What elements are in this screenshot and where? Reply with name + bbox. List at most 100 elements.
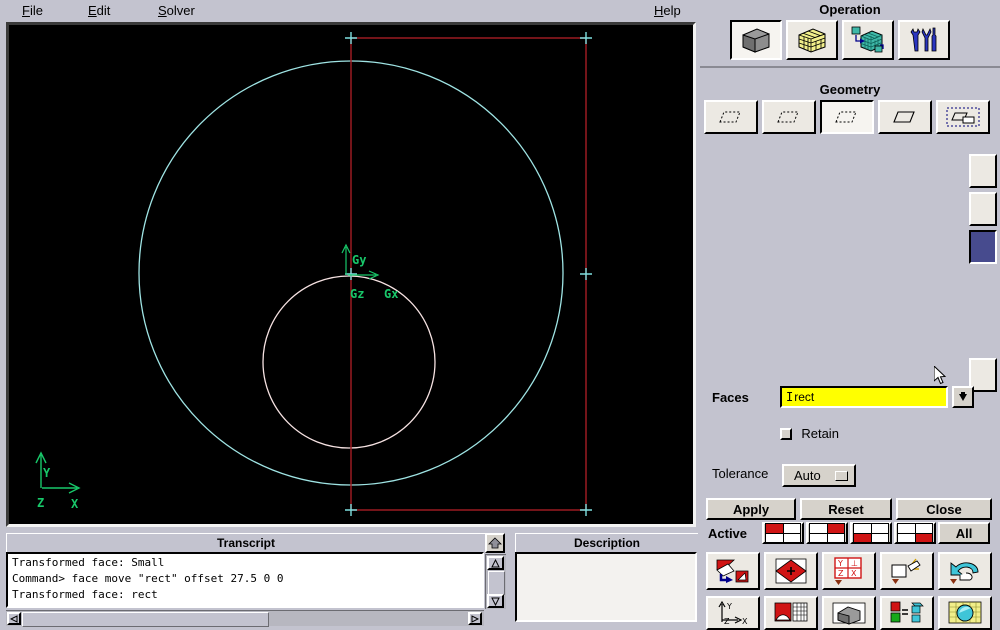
form-close-button[interactable]: Close bbox=[896, 498, 992, 520]
tolerance-dropdown[interactable]: Auto bbox=[782, 464, 856, 487]
operation-button-geometry[interactable] bbox=[730, 20, 782, 60]
retain-label: Retain bbox=[801, 426, 839, 442]
scroll-down-arrow[interactable] bbox=[487, 594, 504, 608]
active-button-4[interactable] bbox=[894, 522, 936, 544]
faces-label: Faces bbox=[712, 390, 749, 405]
tolerance-row: Tolerance bbox=[712, 466, 768, 481]
description-title: Description bbox=[515, 533, 698, 552]
axis-grid-icon: Y ⊥ Z X bbox=[834, 557, 862, 585]
scroll-right-arrow[interactable] bbox=[468, 612, 482, 625]
transcript-panel: Transcript Transformed face: Small Comma… bbox=[6, 533, 506, 627]
description-text bbox=[515, 552, 697, 622]
active-button-2[interactable] bbox=[806, 522, 848, 544]
view-button-undo[interactable] bbox=[938, 552, 992, 590]
home-up-arrow-icon bbox=[488, 537, 502, 549]
view-button-fit-to-window[interactable] bbox=[764, 552, 818, 590]
description-panel: Description bbox=[515, 533, 698, 625]
triad-origin-x-label: Gx bbox=[384, 287, 399, 301]
geometry-button-edge[interactable] bbox=[762, 100, 816, 134]
graphics-window[interactable]: Gy Gz Gx Y Z X bbox=[6, 22, 696, 527]
menu-solver[interactable]: Solver bbox=[158, 3, 195, 18]
triad-corner-y-label: Y bbox=[43, 466, 51, 480]
retain-row[interactable]: Retain bbox=[780, 426, 839, 441]
graphics-canvas[interactable]: Gy Gz Gx Y Z X bbox=[9, 25, 693, 524]
svg-text:Z: Z bbox=[838, 569, 844, 578]
menu-file[interactable]: File bbox=[22, 3, 43, 18]
transcript-output[interactable]: Transformed face: Small Command> face mo… bbox=[6, 552, 484, 608]
cyan-undo-arrow-icon bbox=[950, 562, 979, 584]
transcript-home-button[interactable] bbox=[485, 533, 505, 553]
vertex-markers bbox=[345, 32, 592, 516]
scroll-up-arrow[interactable] bbox=[487, 556, 504, 570]
mesh-examine-icon bbox=[774, 602, 808, 622]
faces-input[interactable]: Irect bbox=[780, 386, 948, 408]
geometry-button-group[interactable] bbox=[936, 100, 990, 134]
view-button-render-model[interactable] bbox=[880, 552, 934, 590]
shading-light-icon bbox=[891, 558, 921, 584]
apply-button[interactable]: Apply bbox=[706, 498, 796, 520]
gray-cube-icon bbox=[742, 28, 770, 53]
flip-arrows-icon bbox=[716, 559, 749, 583]
view-button-orient-model[interactable]: Y ⊥ Z X bbox=[822, 552, 876, 590]
chevron-down-icon bbox=[959, 392, 967, 401]
triad-corner-x-label: X bbox=[71, 497, 79, 511]
transcript-line: Command> face move "rect" offset 27.5 0 … bbox=[12, 572, 284, 585]
vertex-icon bbox=[719, 111, 741, 123]
geometry-title: Geometry bbox=[819, 82, 881, 97]
scroll-thumb[interactable] bbox=[488, 571, 505, 595]
teal-zones-cube-icon bbox=[851, 26, 884, 53]
operation-button-mesh[interactable] bbox=[786, 20, 838, 60]
yellow-mesh-cube-icon bbox=[798, 28, 826, 53]
svg-text:X: X bbox=[851, 569, 857, 578]
volume-icon bbox=[893, 111, 915, 123]
transcript-line: Transformed face: rect bbox=[12, 588, 158, 601]
triad-corner-z-label: Z bbox=[37, 496, 45, 510]
strip-button-1[interactable] bbox=[969, 154, 997, 188]
transcript-line: Transformed face: Small bbox=[12, 556, 165, 569]
scroll-up-icon bbox=[491, 558, 500, 567]
faces-input-value: rect bbox=[794, 390, 815, 404]
right-vertical-toolstrip bbox=[968, 140, 1000, 520]
menu-help[interactable]: Help bbox=[654, 3, 681, 18]
transcript-horizontal-scrollbar[interactable] bbox=[6, 610, 484, 627]
red-diamond-icon bbox=[775, 558, 807, 584]
active-button-3[interactable] bbox=[850, 522, 892, 544]
scroll-down-icon bbox=[491, 597, 500, 606]
tolerance-value: Auto bbox=[794, 468, 821, 483]
tolerance-label: Tolerance bbox=[712, 466, 769, 481]
menu-edit[interactable]: Edit bbox=[88, 3, 110, 18]
geometry-button-face[interactable] bbox=[820, 100, 874, 134]
transcript-vertical-scrollbar[interactable] bbox=[485, 554, 506, 609]
geometry-button-volume[interactable] bbox=[878, 100, 932, 134]
triad-origin-z-label: Gz bbox=[350, 287, 365, 301]
wrench-pliers-screwdriver-icon bbox=[910, 27, 937, 52]
operation-button-tools[interactable] bbox=[898, 20, 950, 60]
scroll-left-arrow[interactable] bbox=[7, 612, 21, 625]
scroll-left-icon bbox=[10, 614, 18, 623]
view-button-reset-orientation[interactable] bbox=[706, 552, 760, 590]
operation-title: Operation bbox=[819, 2, 881, 17]
svg-text:Y: Y bbox=[726, 602, 732, 611]
mesh-sphere-icon bbox=[948, 601, 982, 624]
active-row: Active All bbox=[700, 522, 1000, 546]
geometry-button-vertex[interactable] bbox=[704, 100, 758, 134]
strip-button-2[interactable] bbox=[969, 192, 997, 226]
face-icon bbox=[835, 111, 857, 123]
gray-cube-display-icon bbox=[832, 602, 866, 625]
retain-checkbox[interactable] bbox=[780, 427, 792, 440]
svg-text:Y: Y bbox=[837, 559, 843, 568]
tolerance-dropdown-arrow-icon bbox=[834, 470, 848, 481]
group-icon bbox=[946, 107, 980, 127]
reset-button[interactable]: Reset bbox=[800, 498, 892, 520]
active-button-1[interactable] bbox=[762, 522, 804, 544]
svg-text:⊥: ⊥ bbox=[851, 559, 858, 568]
edge-icon bbox=[777, 111, 799, 123]
faces-dropdown-button[interactable] bbox=[952, 386, 974, 408]
faces-field-row: Faces Irect bbox=[700, 382, 974, 414]
strip-button-3[interactable] bbox=[969, 230, 997, 264]
transcript-title: Transcript bbox=[6, 533, 486, 552]
color-mode-icon bbox=[890, 601, 924, 623]
right-panel: Operation Geometry Faces I rect Retain T… bbox=[700, 0, 1000, 630]
active-button-all[interactable]: All bbox=[938, 522, 990, 544]
operation-button-zones[interactable] bbox=[842, 20, 894, 60]
